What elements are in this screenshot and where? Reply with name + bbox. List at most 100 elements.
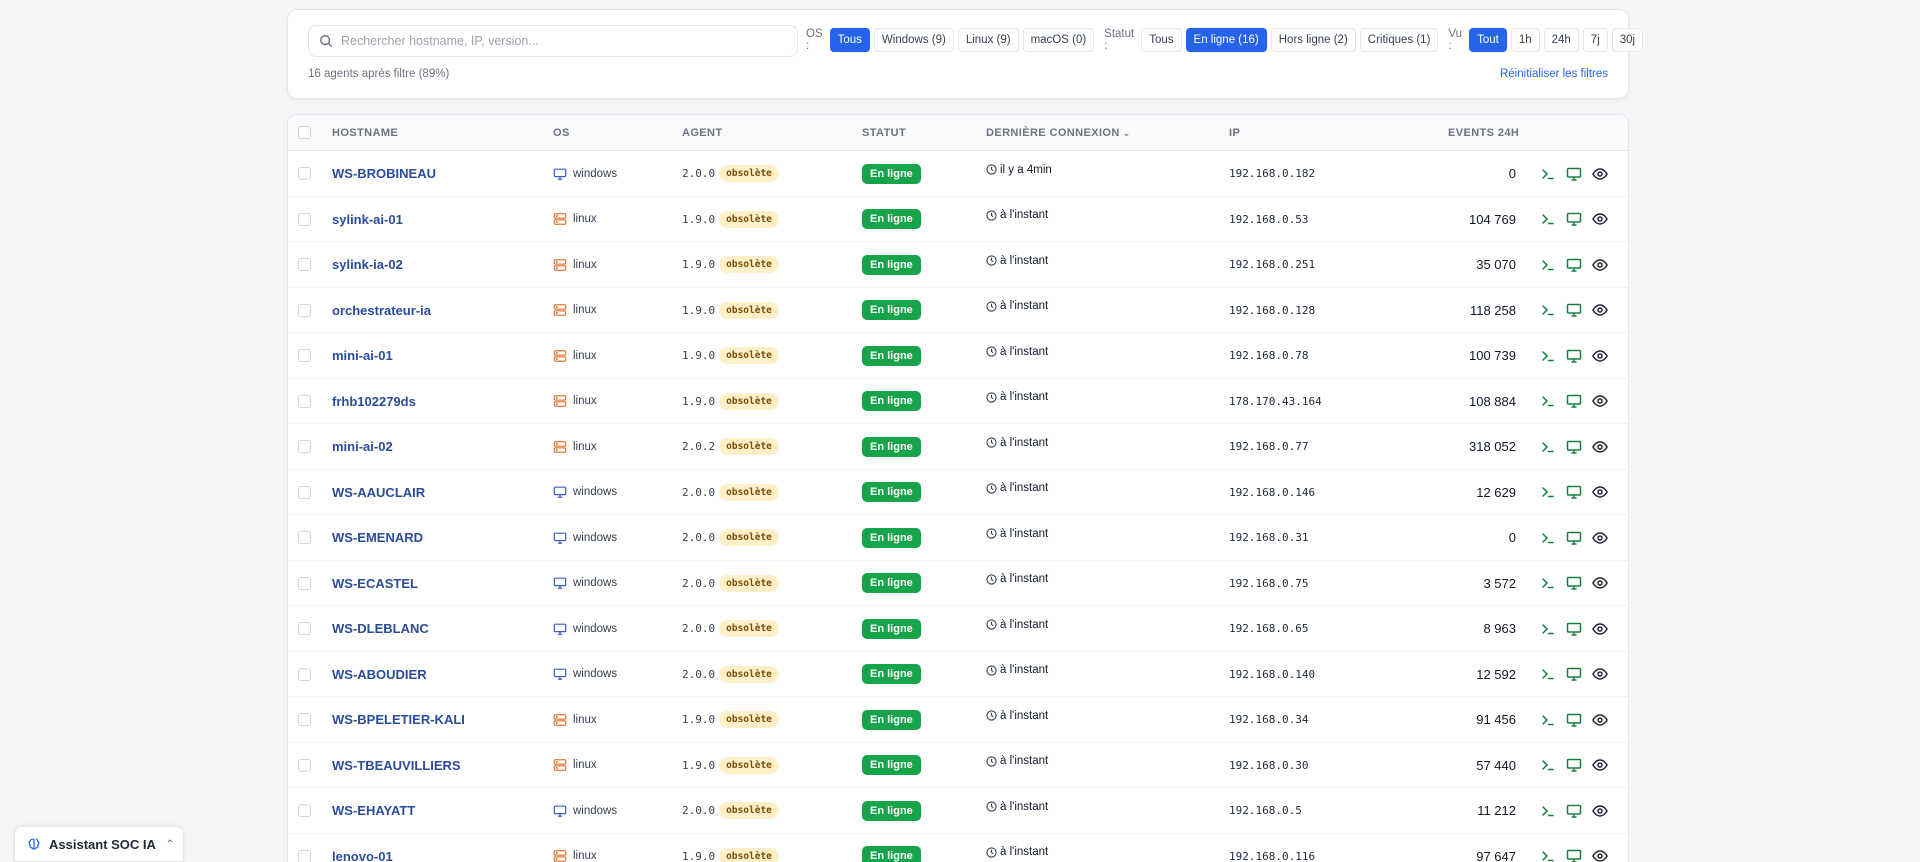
terminal-icon[interactable] bbox=[1540, 575, 1556, 591]
os-filter-windows[interactable]: Windows (9) bbox=[873, 28, 954, 52]
seen-filter-all[interactable]: Tout bbox=[1469, 28, 1507, 52]
terminal-icon[interactable] bbox=[1540, 211, 1556, 227]
seen-filter-24h[interactable]: 24h bbox=[1543, 28, 1579, 52]
hostname-link[interactable]: frhb102279ds bbox=[332, 379, 416, 424]
terminal-icon[interactable] bbox=[1540, 757, 1556, 773]
hostname-link[interactable]: mini-ai-02 bbox=[332, 424, 393, 469]
row-checkbox[interactable] bbox=[298, 258, 311, 271]
remote-desktop-icon[interactable] bbox=[1566, 666, 1582, 682]
table-row[interactable]: WS-BPELETIER-KALI linux 1.9.0 obsolète En li… bbox=[288, 697, 1628, 743]
hostname-link[interactable]: orchestrateur-ia bbox=[332, 288, 431, 333]
eye-icon[interactable] bbox=[1592, 621, 1608, 637]
terminal-icon[interactable] bbox=[1540, 348, 1556, 364]
terminal-icon[interactable] bbox=[1540, 302, 1556, 318]
table-row[interactable]: lenovo-01 linux 1.9.0 obsolète En ligne à l'i… bbox=[288, 834, 1628, 862]
terminal-icon[interactable] bbox=[1540, 712, 1556, 728]
row-checkbox[interactable] bbox=[298, 531, 311, 544]
row-checkbox[interactable] bbox=[298, 804, 311, 817]
row-checkbox[interactable] bbox=[298, 212, 311, 226]
hostname-link[interactable]: mini-ai-01 bbox=[332, 333, 393, 378]
select-all-checkbox[interactable] bbox=[298, 126, 311, 139]
os-filter-linux[interactable]: Linux (9) bbox=[957, 28, 1019, 52]
status-filter-all[interactable]: Tous bbox=[1141, 28, 1182, 52]
remote-desktop-icon[interactable] bbox=[1566, 575, 1582, 591]
table-row[interactable]: WS-AAUCLAIR windows 2.0.0 obsolète En ligne à… bbox=[288, 470, 1628, 515]
hostname-link[interactable]: sylink-ia-02 bbox=[332, 242, 403, 287]
header-os[interactable]: OS bbox=[553, 127, 570, 139]
row-checkbox[interactable] bbox=[298, 667, 311, 681]
search-input[interactable] bbox=[341, 34, 781, 48]
remote-desktop-icon[interactable] bbox=[1566, 166, 1582, 182]
eye-icon[interactable] bbox=[1592, 712, 1608, 728]
row-checkbox[interactable] bbox=[298, 349, 311, 362]
table-row[interactable]: mini-ai-02 linux 2.0.2 obsolète En ligne à l'… bbox=[288, 424, 1628, 470]
search-box[interactable] bbox=[308, 25, 798, 57]
row-checkbox[interactable] bbox=[298, 758, 311, 772]
hostname-link[interactable]: WS-AAUCLAIR bbox=[332, 470, 425, 515]
row-checkbox[interactable] bbox=[298, 303, 311, 317]
status-filter-critical[interactable]: Critiques (1) bbox=[1359, 28, 1439, 52]
row-checkbox[interactable] bbox=[298, 394, 311, 408]
remote-desktop-icon[interactable] bbox=[1566, 530, 1582, 546]
row-checkbox[interactable] bbox=[298, 713, 311, 726]
remote-desktop-icon[interactable] bbox=[1566, 439, 1582, 455]
eye-icon[interactable] bbox=[1592, 803, 1608, 819]
header-status[interactable]: STATUT bbox=[862, 127, 906, 139]
hostname-link[interactable]: WS-DLEBLANC bbox=[332, 606, 429, 651]
eye-icon[interactable] bbox=[1592, 439, 1608, 455]
table-row[interactable]: sylink-ai-01 linux 1.9.0 obsolète En ligne à … bbox=[288, 197, 1628, 242]
terminal-icon[interactable] bbox=[1540, 621, 1556, 637]
row-checkbox[interactable] bbox=[298, 576, 311, 590]
eye-icon[interactable] bbox=[1592, 211, 1608, 227]
os-filter-macos[interactable]: macOS (0) bbox=[1022, 28, 1095, 52]
table-row[interactable]: WS-BROBINEAU windows 2.0.0 obsolète En ligne… bbox=[288, 151, 1628, 197]
remote-desktop-icon[interactable] bbox=[1566, 712, 1582, 728]
table-row[interactable]: WS-ABOUDIER windows 2.0.0 obsolète En ligne à… bbox=[288, 652, 1628, 697]
remote-desktop-icon[interactable] bbox=[1566, 757, 1582, 773]
reset-filters-link[interactable]: Réinitialiser les filtres bbox=[1500, 68, 1608, 80]
table-row[interactable]: WS-DLEBLANC windows 2.0.0 obsolète En ligne à… bbox=[288, 606, 1628, 652]
terminal-icon[interactable] bbox=[1540, 439, 1556, 455]
terminal-icon[interactable] bbox=[1540, 166, 1556, 182]
header-hostname[interactable]: HOSTNAME bbox=[332, 127, 398, 139]
eye-icon[interactable] bbox=[1592, 848, 1608, 862]
remote-desktop-icon[interactable] bbox=[1566, 302, 1582, 318]
terminal-icon[interactable] bbox=[1540, 484, 1556, 500]
eye-icon[interactable] bbox=[1592, 302, 1608, 318]
remote-desktop-icon[interactable] bbox=[1566, 484, 1582, 500]
eye-icon[interactable] bbox=[1592, 575, 1608, 591]
eye-icon[interactable] bbox=[1592, 666, 1608, 682]
eye-icon[interactable] bbox=[1592, 530, 1608, 546]
table-row[interactable]: WS-ECASTEL windows 2.0.0 obsolète En ligne à … bbox=[288, 561, 1628, 606]
eye-icon[interactable] bbox=[1592, 393, 1608, 409]
seen-filter-30d[interactable]: 30j bbox=[1611, 28, 1644, 52]
status-filter-online[interactable]: En ligne (16) bbox=[1185, 28, 1267, 52]
header-events[interactable]: EVENTS 24H bbox=[1448, 127, 1519, 139]
hostname-link[interactable]: sylink-ai-01 bbox=[332, 197, 403, 242]
row-checkbox[interactable] bbox=[298, 622, 311, 635]
hostname-link[interactable]: WS-EMENARD bbox=[332, 515, 423, 560]
terminal-icon[interactable] bbox=[1540, 803, 1556, 819]
seen-filter-7d[interactable]: 7j bbox=[1582, 28, 1608, 52]
terminal-icon[interactable] bbox=[1540, 848, 1556, 862]
terminal-icon[interactable] bbox=[1540, 530, 1556, 546]
header-agent[interactable]: AGENT bbox=[682, 127, 723, 139]
eye-icon[interactable] bbox=[1592, 484, 1608, 500]
row-checkbox[interactable] bbox=[298, 167, 311, 180]
table-row[interactable]: sylink-ia-02 linux 1.9.0 obsolète En ligne à … bbox=[288, 242, 1628, 288]
os-filter-all[interactable]: Tous bbox=[829, 28, 870, 52]
hostname-link[interactable]: WS-BPELETIER-KALI bbox=[332, 697, 465, 742]
remote-desktop-icon[interactable] bbox=[1566, 803, 1582, 819]
row-checkbox[interactable] bbox=[298, 485, 311, 499]
status-filter-offline[interactable]: Hors ligne (2) bbox=[1270, 28, 1356, 52]
hostname-link[interactable]: WS-BROBINEAU bbox=[332, 151, 436, 196]
hostname-link[interactable]: WS-ECASTEL bbox=[332, 561, 418, 606]
terminal-icon[interactable] bbox=[1540, 666, 1556, 682]
table-row[interactable]: WS-EHAYATT windows 2.0.0 obsolète En ligne à … bbox=[288, 788, 1628, 834]
remote-desktop-icon[interactable] bbox=[1566, 257, 1582, 273]
header-last-connection[interactable]: DERNIÈRE CONNEXION ⌄ bbox=[986, 127, 1131, 139]
hostname-link[interactable]: WS-TBEAUVILLIERS bbox=[332, 743, 461, 788]
eye-icon[interactable] bbox=[1592, 166, 1608, 182]
row-checkbox[interactable] bbox=[298, 440, 311, 453]
table-row[interactable]: WS-EMENARD windows 2.0.0 obsolète En ligne à … bbox=[288, 515, 1628, 561]
